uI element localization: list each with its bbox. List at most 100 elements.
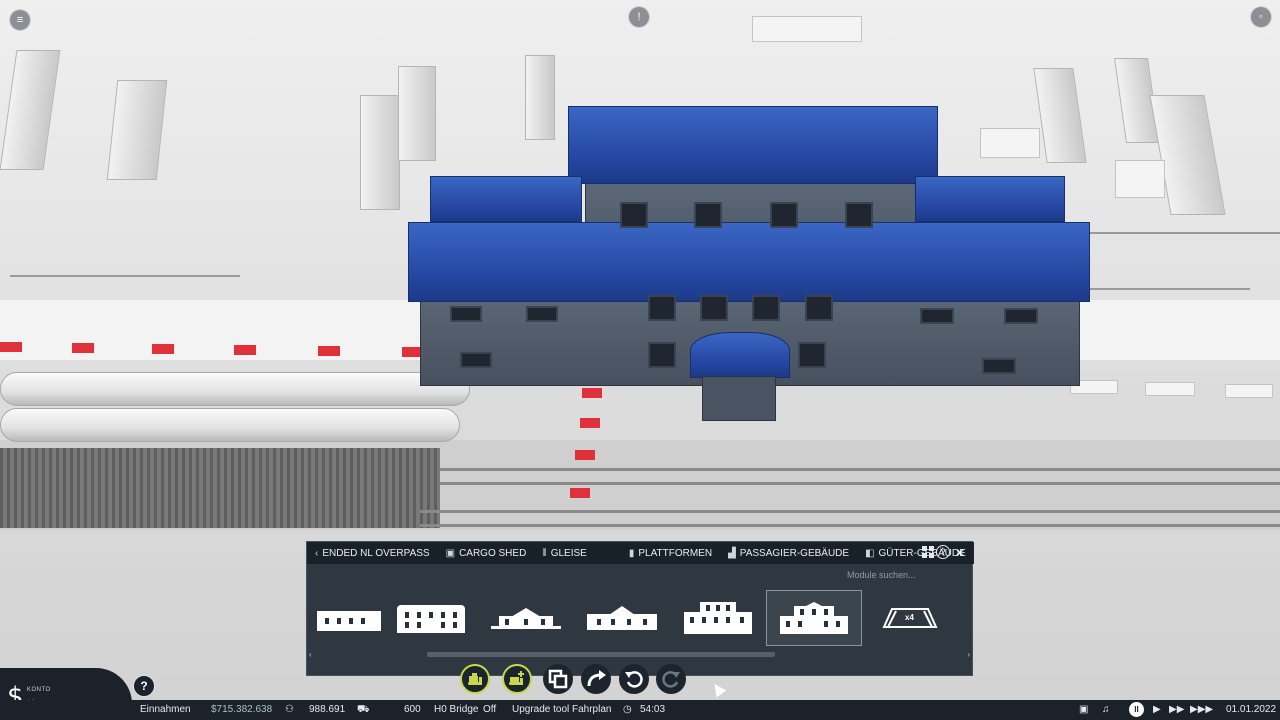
module-item[interactable] <box>574 590 670 646</box>
rail <box>420 524 1280 527</box>
window <box>450 306 482 322</box>
tab-cargo-shed[interactable]: ▣ CARGO SHED <box>438 542 535 564</box>
population-icon: ⚇ <box>285 704 294 715</box>
tab-overpass[interactable]: ‹ ENDED NL OVERPASS <box>307 542 438 564</box>
undo-icon <box>625 671 643 688</box>
h0-bridge-state[interactable]: Off <box>483 704 496 715</box>
scroll-left-icon[interactable]: ‹ <box>309 650 312 659</box>
redo-icon <box>662 671 680 688</box>
fence <box>1090 288 1250 290</box>
vehicle-icon: ⛟ <box>357 704 370 715</box>
window <box>526 306 558 322</box>
help-icon[interactable]: ? <box>936 545 950 559</box>
camera-icon[interactable]: ▣ <box>1079 704 1088 715</box>
platform-icon: ▮ <box>628 547 635 559</box>
pause-icon[interactable]: II <box>1129 702 1144 717</box>
date-value: 01.01.2022 <box>1226 704 1277 715</box>
undo-button[interactable] <box>619 664 649 694</box>
planning-marker <box>152 344 174 354</box>
module-count-label: x4 <box>905 613 914 622</box>
copy-button[interactable] <box>543 664 573 694</box>
module-item[interactable] <box>383 590 479 646</box>
industry-tower <box>398 66 436 161</box>
alert-icon[interactable]: ! <box>628 6 650 28</box>
distant-building <box>1115 160 1165 198</box>
rail <box>440 482 1280 485</box>
tab-label: CARGO SHED <box>459 547 527 559</box>
bulldozer-icon <box>468 673 482 685</box>
rail <box>420 510 1280 513</box>
station-roof <box>408 222 1090 302</box>
window <box>648 295 676 321</box>
module-scrollbar[interactable] <box>427 652 775 657</box>
rail <box>440 468 1280 471</box>
vehicle-count: 600 <box>404 704 421 715</box>
status-bar: Einnahmen $715.382.638 ⚇ 988.691 ⛟ 600 H… <box>0 700 1280 720</box>
fast-forward-icon[interactable]: ▶▶ <box>1169 704 1184 715</box>
move-button[interactable] <box>581 664 611 694</box>
entrance-canopy <box>690 332 790 378</box>
grid-icon[interactable] <box>922 546 934 558</box>
einnahmen-label[interactable]: Einnahmen <box>140 704 191 715</box>
tab-passagier-gebaeude[interactable]: ▟ PASSAGIER-GEBÄUDE <box>720 542 857 564</box>
tracks-icon: ⦀ <box>542 547 547 559</box>
tab-gleise[interactable]: ⦀ GLEISE <box>534 542 595 564</box>
window <box>620 202 648 228</box>
station-roof <box>568 106 938 184</box>
grass-rail-bed <box>0 448 440 528</box>
fence <box>10 275 240 277</box>
planning-marker <box>570 488 590 498</box>
station-building-icon <box>397 603 465 633</box>
tab-plattformen[interactable]: ▮ PLATTFORMEN <box>621 542 720 564</box>
h0-bridge-label[interactable]: H0 Bridge <box>434 704 478 715</box>
box-icon: ▣ <box>445 547 456 559</box>
tab-label: GLEISE <box>550 547 587 559</box>
station-roof <box>915 176 1065 222</box>
fence <box>1080 232 1280 234</box>
minimap-icon[interactable]: ◦ <box>1250 6 1272 28</box>
module-item[interactable] <box>670 590 766 646</box>
station-module-panel: ‹ ENDED NL OVERPASS ▣ CARGO SHED ⦀ GLEIS… <box>306 541 974 676</box>
module-search-input[interactable] <box>841 566 969 584</box>
window <box>752 295 780 321</box>
station-building-icon <box>780 602 848 634</box>
window <box>845 202 873 228</box>
fastest-forward-icon[interactable]: ▶▶▶ <box>1190 704 1213 715</box>
window <box>460 352 492 368</box>
station-building-icon <box>684 602 752 634</box>
station-building-icon <box>587 606 657 630</box>
scroll-right-icon[interactable]: › <box>967 650 970 659</box>
play-icon[interactable]: ▶ <box>1153 704 1161 715</box>
pipeline <box>0 372 470 406</box>
module-item[interactable]: x4 <box>862 590 958 646</box>
window <box>805 295 833 321</box>
industry-tower <box>106 80 168 180</box>
platform-slab <box>1225 384 1273 398</box>
music-icon[interactable]: ♫ <box>1102 704 1110 715</box>
window <box>648 342 676 368</box>
bulldozer-plus-icon <box>509 671 524 685</box>
module-item[interactable] <box>478 590 574 646</box>
time-value: 54:03 <box>640 704 666 715</box>
fahrplan-button[interactable]: Fahrplan <box>572 704 611 715</box>
bulldoze-add-button[interactable] <box>502 664 532 694</box>
passenger-icon: ▟ <box>728 547 736 559</box>
station-building-icon <box>491 606 561 630</box>
window <box>694 202 722 228</box>
close-icon[interactable]: ✕ <box>952 545 968 561</box>
curved-arrow-icon <box>587 670 606 687</box>
window <box>982 358 1016 374</box>
help-button[interactable]: ? <box>133 675 155 697</box>
module-item-selected[interactable] <box>766 590 862 646</box>
industry-tower <box>360 95 400 210</box>
bulldoze-button[interactable] <box>460 664 490 694</box>
planning-marker <box>582 388 602 398</box>
redo-button[interactable] <box>656 664 686 694</box>
window <box>920 308 954 324</box>
upgrade-tool-button[interactable]: Upgrade tool <box>512 704 569 715</box>
planning-marker <box>72 343 94 353</box>
industry-tower <box>1033 68 1087 163</box>
layers-icon[interactable]: ≡ <box>9 9 31 31</box>
cargo-icon: ◧ <box>865 547 875 559</box>
industry-tower <box>0 50 61 170</box>
